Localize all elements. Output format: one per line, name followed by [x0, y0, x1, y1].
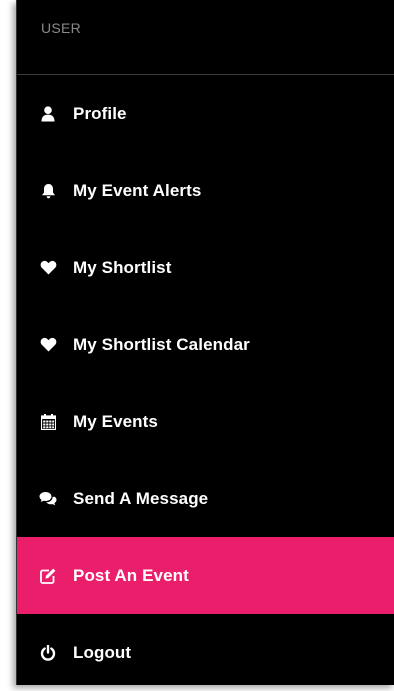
- app-frame: USER Profile My Event Alerts My Shortlis…: [0, 0, 394, 685]
- menu-item-my-event-alerts[interactable]: My Event Alerts: [17, 152, 394, 229]
- menu-item-label: Send A Message: [73, 488, 209, 508]
- menu-item-label: My Shortlist Calendar: [73, 334, 250, 354]
- menu-item-post-an-event[interactable]: Post An Event: [17, 537, 394, 614]
- calendar-icon: [39, 413, 57, 431]
- bell-icon: [39, 182, 57, 200]
- menu-item-send-a-message[interactable]: Send A Message: [17, 460, 394, 537]
- menu-item-label: My Shortlist: [73, 257, 172, 277]
- menu-list: Profile My Event Alerts My Shortlist My …: [17, 75, 394, 691]
- user-icon: [39, 105, 57, 123]
- heart-icon: [39, 336, 57, 354]
- menu-item-logout[interactable]: Logout: [17, 614, 394, 691]
- user-sidebar-menu: USER Profile My Event Alerts My Shortlis…: [16, 0, 394, 685]
- section-label: USER: [41, 20, 82, 36]
- menu-item-label: Logout: [73, 642, 132, 662]
- section-header: USER: [17, 0, 394, 75]
- edit-icon: [39, 567, 57, 585]
- menu-item-label: My Events: [73, 411, 158, 431]
- menu-item-label: My Event Alerts: [73, 180, 202, 200]
- heart-icon: [39, 259, 57, 277]
- power-icon: [39, 644, 57, 662]
- menu-item-my-shortlist[interactable]: My Shortlist: [17, 229, 394, 306]
- menu-item-profile[interactable]: Profile: [17, 75, 394, 152]
- comments-icon: [39, 490, 57, 508]
- menu-item-my-shortlist-calendar[interactable]: My Shortlist Calendar: [17, 306, 394, 383]
- menu-item-my-events[interactable]: My Events: [17, 383, 394, 460]
- menu-item-label: Profile: [73, 103, 127, 123]
- menu-item-label: Post An Event: [73, 565, 189, 585]
